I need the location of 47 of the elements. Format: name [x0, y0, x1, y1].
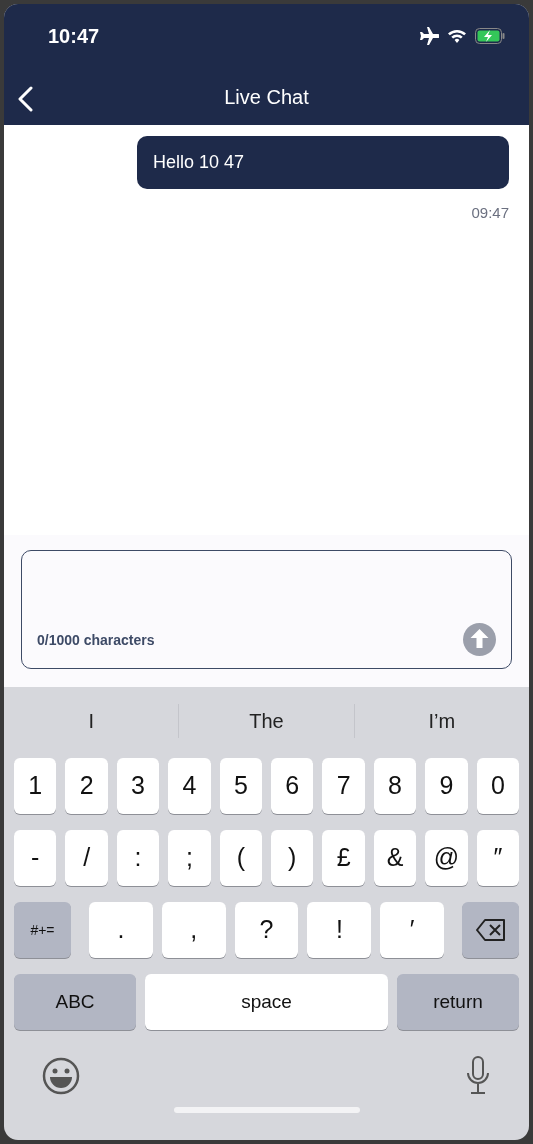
suggestion[interactable]: The	[179, 706, 354, 736]
key[interactable]: £	[322, 830, 365, 886]
key[interactable]: (	[219, 830, 263, 886]
key[interactable]: 4	[168, 758, 211, 814]
delete-key[interactable]	[462, 902, 520, 958]
key[interactable]: 6	[271, 758, 314, 814]
delete-icon	[475, 919, 506, 941]
suggestion[interactable]: I	[4, 706, 179, 736]
send-icon[interactable]	[463, 623, 496, 656]
emoji-icon[interactable]	[42, 1057, 80, 1095]
key[interactable]: 8	[373, 758, 417, 814]
back-icon[interactable]	[16, 86, 34, 112]
key[interactable]: &	[373, 830, 417, 886]
key[interactable]: 2	[65, 758, 108, 814]
microphone-icon[interactable]	[465, 1056, 491, 1096]
key[interactable]: @	[425, 830, 468, 886]
key[interactable]: ?	[234, 902, 299, 958]
battery-charging-icon	[475, 28, 505, 44]
status-time: 10:47	[48, 24, 100, 49]
key[interactable]: 9	[425, 758, 468, 814]
key[interactable]: .	[88, 902, 153, 958]
key[interactable]: !	[307, 902, 372, 958]
suggestion[interactable]: I’m	[354, 706, 529, 736]
space-key[interactable]: space	[145, 974, 388, 1030]
key[interactable]: return	[397, 974, 519, 1030]
key[interactable]: ;	[168, 830, 211, 886]
screen-title: Live Chat	[224, 84, 309, 110]
key[interactable]: #+=	[14, 902, 71, 958]
key[interactable]: -	[14, 830, 57, 886]
character-counter: 0/1000 characters	[37, 631, 155, 650]
message-time: 09:47	[471, 203, 509, 223]
key[interactable]: ,	[161, 902, 226, 958]
key[interactable]: :	[116, 830, 160, 886]
key[interactable]: 1	[14, 758, 57, 814]
key[interactable]: ″	[476, 830, 520, 886]
airplane-icon	[419, 27, 439, 45]
message-bubble: Hello 10 47	[137, 136, 509, 189]
wifi-icon	[447, 28, 467, 44]
key[interactable]: 0	[476, 758, 520, 814]
key[interactable]: /	[65, 830, 108, 886]
key[interactable]: )	[271, 830, 314, 886]
key[interactable]: 5	[219, 758, 263, 814]
key[interactable]: ′	[380, 902, 445, 958]
key[interactable]: ABC	[14, 974, 136, 1030]
key[interactable]: 3	[116, 758, 160, 814]
message-input-field[interactable]: 0/1000 characters	[21, 550, 512, 669]
key[interactable]: 7	[322, 758, 365, 814]
